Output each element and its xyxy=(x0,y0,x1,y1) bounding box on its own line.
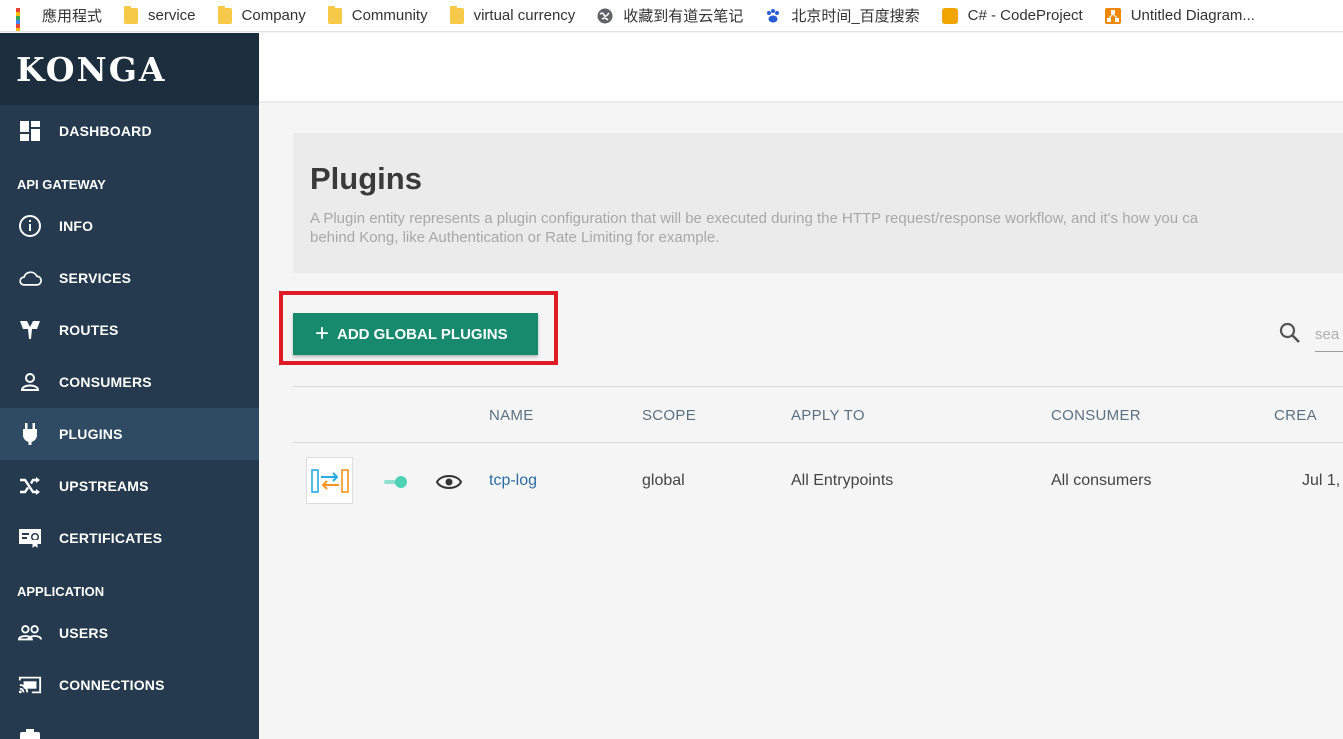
folder-icon xyxy=(327,5,342,24)
sidebar-item-services[interactable]: SERVICES xyxy=(0,252,259,304)
sidebar-item-dashboard[interactable]: DASHBOARD xyxy=(0,105,259,157)
plus-icon: + xyxy=(315,320,330,347)
page-header-panel: Plugins A Plugin entity represents a plu… xyxy=(293,133,1343,273)
plugin-created: Jul 1, xyxy=(1302,472,1341,489)
info-icon xyxy=(18,214,42,238)
baidu-paw-icon xyxy=(765,8,781,24)
sidebar-item-info[interactable]: INFO xyxy=(0,200,259,252)
drawio-icon xyxy=(1104,7,1121,24)
page-title: Plugins xyxy=(310,161,422,196)
bookmark-codeproject[interactable]: C# - CodeProject xyxy=(941,0,1083,31)
section-api-gateway: API GATEWAY xyxy=(17,177,106,192)
bookmark-label: 應用程式 xyxy=(42,8,103,25)
dashboard-icon xyxy=(18,119,42,143)
folder-icon xyxy=(217,5,232,24)
folder-icon xyxy=(124,5,139,24)
plugin-scope: global xyxy=(642,472,685,489)
sidebar: KONGA DASHBOARD API GATEWAY INFO SERVICE… xyxy=(0,33,259,739)
plugins-table: NAME SCOPE APPLY TO CONSUMER CREA tcp-lo… xyxy=(293,386,1343,519)
sidebar-item-label: CONNECTIONS xyxy=(59,677,165,693)
sidebar-item-connections[interactable]: CONNECTIONS xyxy=(0,659,259,711)
sidebar-item-upstreams[interactable]: UPSTREAMS xyxy=(0,460,259,512)
enabled-toggle[interactable] xyxy=(383,475,409,489)
bookmark-label: Company xyxy=(241,7,306,24)
tcp-log-plugin-icon xyxy=(306,457,353,504)
search-input[interactable] xyxy=(1315,318,1343,352)
plugin-apply-to: All Entrypoints xyxy=(791,472,894,489)
bookmark-label: virtual currency xyxy=(473,7,576,24)
sidebar-item-label: DASHBOARD xyxy=(59,123,152,139)
bookmark-community[interactable]: Community xyxy=(327,0,428,31)
column-header-created[interactable]: CREA xyxy=(1274,407,1317,424)
bookmarks-bar: 應用程式 service Company Community virtual c… xyxy=(0,0,1343,32)
column-header-consumer[interactable]: CONSUMER xyxy=(1051,407,1141,424)
bookmark-label: 北京时间_百度搜索 xyxy=(791,8,920,25)
bookmark-untitled-diagram[interactable]: Untitled Diagram... xyxy=(1104,0,1255,31)
top-header xyxy=(259,33,1343,103)
eye-icon[interactable] xyxy=(435,472,463,492)
bookmark-service[interactable]: service xyxy=(124,0,196,31)
bookmark-label: Untitled Diagram... xyxy=(1130,7,1255,24)
table-header: NAME SCOPE APPLY TO CONSUMER CREA xyxy=(293,386,1343,443)
sidebar-item-certificates[interactable]: CERTIFICATES xyxy=(0,512,259,564)
sidebar-item-routes[interactable]: ROUTES xyxy=(0,304,259,356)
sidebar-item-label: ROUTES xyxy=(59,322,119,338)
sidebar-item-label: SERVICES xyxy=(59,270,132,286)
add-global-plugins-label: ADD GLOBAL PLUGINS xyxy=(337,325,508,343)
sidebar-item-label: PLUGINS xyxy=(59,426,123,442)
column-header-apply-to[interactable]: APPLY TO xyxy=(791,407,865,424)
sidebar-item-label: UPSTREAMS xyxy=(59,478,149,494)
sidebar-item-plugins[interactable]: PLUGINS xyxy=(0,408,259,460)
apps-grid-icon xyxy=(16,7,32,31)
brand-logo[interactable]: KONGA xyxy=(0,33,259,105)
bookmark-youdao[interactable]: 收藏到有道云笔记 xyxy=(597,0,744,31)
sidebar-item-label: CONSUMERS xyxy=(59,374,152,390)
plug-icon xyxy=(18,422,42,446)
column-header-scope[interactable]: SCOPE xyxy=(642,407,696,424)
camera-icon xyxy=(18,725,42,739)
bookmark-baidu[interactable]: 北京时间_百度搜索 xyxy=(765,0,920,31)
routes-icon xyxy=(18,318,42,342)
sidebar-item-label: USERS xyxy=(59,625,109,641)
bookmark-company[interactable]: Company xyxy=(217,0,306,31)
sidebar-item-label: CERTIFICATES xyxy=(59,530,163,546)
plugin-name-link[interactable]: tcp-log xyxy=(489,472,537,490)
sidebar-item-users[interactable]: USERS xyxy=(0,607,259,659)
sidebar-item-next[interactable] xyxy=(0,711,259,739)
bookmark-label: 收藏到有道云笔记 xyxy=(623,8,744,25)
users-icon xyxy=(18,621,42,645)
sidebar-item-label: INFO xyxy=(59,218,94,234)
cast-icon xyxy=(18,673,42,697)
person-icon xyxy=(18,370,42,394)
section-application: APPLICATION xyxy=(17,584,105,599)
globe-icon xyxy=(597,8,613,24)
folder-icon xyxy=(449,5,464,24)
page-description: A Plugin entity represents a plugin conf… xyxy=(310,210,1199,246)
codeproject-icon xyxy=(941,7,958,24)
bookmark-label: Community xyxy=(351,7,428,24)
search-icon[interactable] xyxy=(1278,321,1302,345)
bookmark-label: service xyxy=(148,7,196,24)
add-global-plugins-button[interactable]: + ADD GLOBAL PLUGINS xyxy=(293,313,538,355)
column-header-name[interactable]: NAME xyxy=(489,407,534,424)
cloud-icon xyxy=(18,266,42,290)
bookmark-virtual-currency[interactable]: virtual currency xyxy=(449,0,576,31)
shuffle-icon xyxy=(18,474,42,498)
certificate-icon xyxy=(18,526,42,550)
bookmark-label: C# - CodeProject xyxy=(967,7,1083,24)
sidebar-item-consumers[interactable]: CONSUMERS xyxy=(0,356,259,408)
plugin-consumer: All consumers xyxy=(1051,472,1152,489)
table-row: tcp-log global All Entrypoints All consu… xyxy=(293,443,1343,519)
bookmark-apps[interactable]: 應用程式 xyxy=(16,0,103,31)
